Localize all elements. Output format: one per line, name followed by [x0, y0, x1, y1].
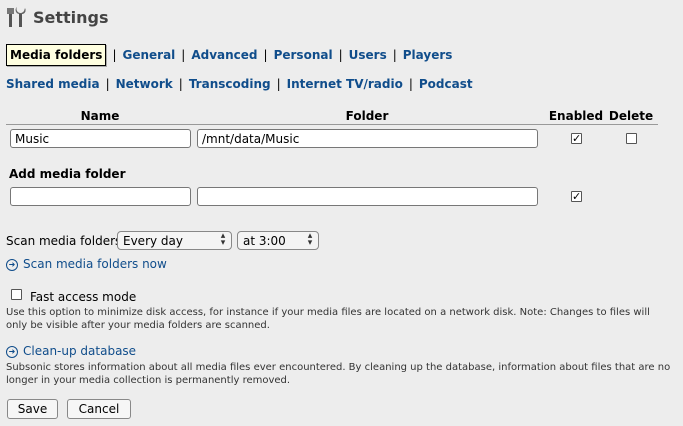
sub-tabs: Shared media | Network | Transcoding | Interne…	[6, 77, 473, 91]
updown-arrows-icon: ▴ ▾	[220, 231, 226, 248]
fast-access-checkbox[interactable]	[11, 289, 22, 300]
cleanup-database-label: Clean-up database	[23, 344, 137, 358]
column-header-enabled: Enabled	[548, 109, 604, 123]
page-title: Settings	[33, 8, 109, 27]
folder-delete-checkbox[interactable]	[626, 133, 637, 144]
main-tabs: Media folders | General | Advanced | Personal |…	[6, 44, 452, 66]
tab-network[interactable]: Network	[116, 77, 173, 91]
cleanup-database-link[interactable]: ➜ Clean-up database	[6, 344, 136, 358]
tab-internet-tv-radio[interactable]: Internet TV/radio	[287, 77, 403, 91]
folder-path-input[interactable]	[197, 129, 538, 148]
tab-users[interactable]: Users	[349, 48, 387, 62]
scan-now-link[interactable]: ➜ Scan media folders now	[6, 257, 167, 271]
add-media-folder-label: Add media folder	[9, 167, 126, 181]
save-button[interactable]: Save	[7, 399, 58, 419]
tab-shared-media[interactable]: Shared media	[6, 77, 100, 91]
scan-frequency-select[interactable]: Every day ▴ ▾	[117, 231, 232, 250]
fast-access-label: Fast access mode	[30, 290, 137, 304]
tab-general[interactable]: General	[122, 48, 175, 62]
table-divider	[6, 124, 658, 125]
scan-now-label: Scan media folders now	[23, 257, 167, 271]
new-folder-name-input[interactable]	[10, 187, 191, 206]
tab-personal[interactable]: Personal	[274, 48, 333, 62]
circle-arrow-icon: ➜	[6, 345, 18, 358]
circle-arrow-icon: ➜	[6, 258, 18, 271]
scan-label: Scan media folders	[6, 234, 122, 248]
folder-enabled-checkbox[interactable]: ✓	[571, 133, 582, 144]
cleanup-description: Subsonic stores information about all me…	[6, 362, 671, 386]
tab-advanced[interactable]: Advanced	[191, 48, 257, 62]
cancel-button[interactable]: Cancel	[67, 399, 131, 419]
column-header-delete: Delete	[608, 109, 654, 123]
scan-time-value: at 3:00	[243, 234, 286, 248]
fast-access-description: Use this option to minimize disk access,…	[6, 307, 650, 331]
column-header-name: Name	[80, 109, 120, 123]
new-folder-path-input[interactable]	[197, 187, 538, 206]
scan-frequency-value: Every day	[123, 234, 183, 248]
tools-icon	[7, 7, 26, 27]
tab-transcoding[interactable]: Transcoding	[189, 77, 271, 91]
tab-podcast[interactable]: Podcast	[419, 77, 473, 91]
updown-arrows-icon: ▴ ▾	[307, 231, 313, 248]
scan-time-select[interactable]: at 3:00 ▴ ▾	[237, 231, 319, 250]
column-header-folder: Folder	[345, 109, 389, 123]
tab-players[interactable]: Players	[403, 48, 453, 62]
tab-media-folders[interactable]: Media folders	[6, 44, 107, 66]
new-folder-enabled-checkbox[interactable]: ✓	[571, 191, 582, 202]
folder-name-input[interactable]	[10, 129, 191, 148]
